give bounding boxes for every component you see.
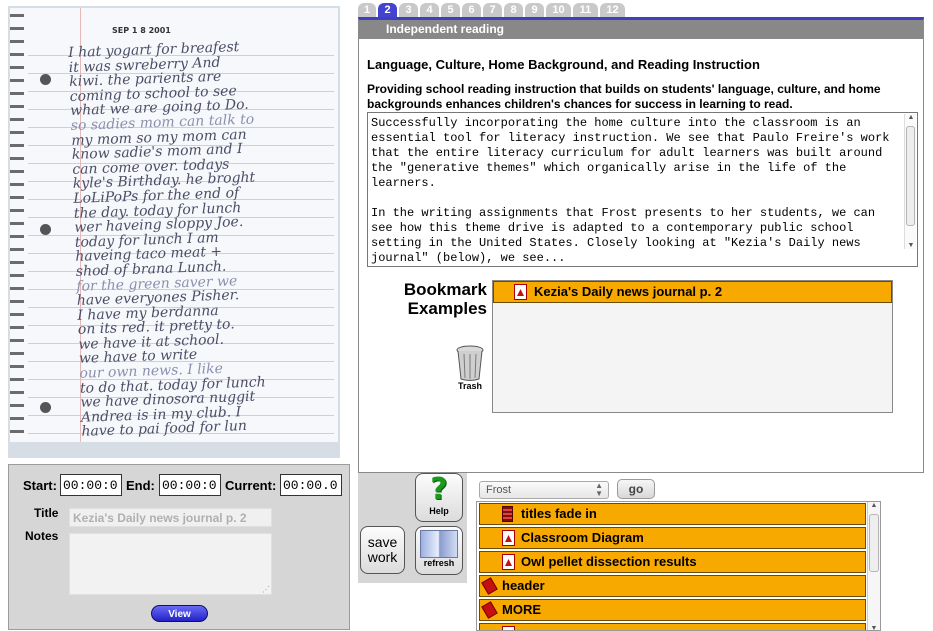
start-label: Start: (23, 478, 57, 493)
list-item-label: header (502, 578, 545, 593)
date-stamp: SEP 1 8 2001 (112, 26, 171, 35)
list-item[interactable]: Classroom Diagram (479, 527, 866, 549)
section-summary: Providing school reading instruction tha… (367, 82, 881, 111)
bookmark-item[interactable]: Kezia's Daily news journal p. 2 (493, 281, 892, 303)
refresh-button[interactable]: refresh (415, 526, 463, 575)
pdf-icon (502, 554, 515, 570)
list-item-label: Classroom Diagram (521, 530, 644, 545)
end-label: End: (126, 478, 155, 493)
trash-icon (455, 345, 485, 381)
document-icon (481, 577, 498, 595)
help-button[interactable]: ? Help (415, 473, 463, 522)
tab-5[interactable]: 5 (441, 3, 460, 18)
notebook-page-image: SEP 1 8 2001 I hat yogart for breafest it… (10, 8, 338, 442)
reading-text-area[interactable]: Successfully incorporating the home cult… (367, 112, 918, 267)
clip-timing-panel: Start: 00:00:0 End: 00:00:0 Current: 00:… (8, 464, 350, 630)
current-time-field[interactable]: 00:00.0 (280, 474, 342, 496)
document-icon (481, 601, 498, 619)
section-title: Language, Culture, Home Background, and … (367, 57, 760, 72)
end-time-field[interactable]: 00:00:0 (159, 474, 221, 496)
list-item-label: MORE (502, 602, 541, 617)
handwritten-text: I hat yogart for breafest it was swreberr… (68, 37, 352, 440)
list-item-label: Owl pellet dissection results (521, 554, 697, 569)
list-item[interactable] (479, 623, 866, 630)
pdf-icon (514, 284, 527, 300)
view-button[interactable]: View (151, 605, 208, 622)
bookmark-heading-line: Examples (407, 299, 487, 318)
pdf-icon (502, 530, 515, 546)
go-button[interactable]: go (617, 479, 655, 499)
tab-12[interactable]: 12 (600, 3, 625, 18)
pdf-icon (502, 626, 515, 630)
select-arrows-icon: ▲ ▼ (595, 481, 603, 498)
notes-textarea[interactable]: ⋰ (69, 533, 272, 595)
bookmark-dropzone[interactable]: Kezia's Daily news journal p. 2 (492, 280, 893, 413)
reading-header: Independent reading (359, 20, 923, 39)
film-icon (502, 506, 513, 522)
student-work-image-panel: SEP 1 8 2001 I hat yogart for breafest it… (8, 6, 340, 458)
tab-4[interactable]: 4 (420, 3, 439, 18)
scroll-down-icon[interactable]: ▼ (868, 625, 880, 630)
list-item-label: Kezia's Daily news journal p. 2 (534, 284, 723, 299)
save-work-button[interactable]: save work (360, 526, 405, 574)
tab-7[interactable]: 7 (483, 3, 502, 18)
tab-9[interactable]: 9 (525, 3, 544, 18)
help-label: Help (429, 506, 449, 516)
list-item[interactable]: Owl pellet dissection results (479, 551, 866, 573)
notes-label: Notes (25, 529, 59, 543)
punch-hole (40, 74, 51, 85)
scroll-up-icon[interactable]: ▲ (905, 114, 917, 121)
collection-selected-value: Frost (486, 484, 512, 496)
reading-panel: Independent reading Language, Culture, H… (358, 17, 924, 473)
list-item[interactable]: header (479, 575, 866, 597)
tools-panel: ? Help save work refresh (358, 473, 467, 583)
question-mark-icon: ? (430, 472, 448, 507)
reading-paragraph: Successfully incorporating the home cult… (371, 116, 890, 190)
tab-2[interactable]: 2 (378, 3, 397, 18)
media-item-list: titles fade in Classroom Diagram Owl pelle… (476, 501, 881, 631)
tab-3[interactable]: 3 (399, 3, 418, 18)
title-input[interactable]: Kezia's Daily news journal p. 2 (69, 508, 272, 527)
current-label: Current: (225, 478, 277, 493)
punch-hole (40, 224, 51, 235)
scroll-up-icon[interactable]: ▲ (868, 502, 880, 509)
bookmark-examples-heading: Bookmark Examples (387, 280, 487, 318)
refresh-label: refresh (423, 558, 455, 568)
list-item[interactable]: MORE (479, 599, 866, 621)
list-scrollbar[interactable]: ▲ ▼ (867, 502, 880, 630)
scroll-thumb[interactable] (869, 514, 879, 572)
title-label: Title (34, 506, 59, 520)
collection-select[interactable]: Frost ▲ ▼ (479, 481, 609, 499)
trash-button[interactable]: Trash (451, 345, 489, 391)
book-icon (420, 530, 458, 558)
scroll-down-icon[interactable]: ▼ (905, 242, 917, 249)
tab-1[interactable]: 1 (358, 3, 376, 18)
list-item[interactable]: titles fade in (479, 503, 866, 525)
start-time-field[interactable]: 00:00:0 (60, 474, 122, 496)
resize-grip-icon[interactable]: ⋰ (262, 585, 270, 594)
reading-paragraph: In the writing assignments that Frost pr… (371, 206, 876, 265)
tab-6[interactable]: 6 (462, 3, 481, 18)
bookmark-heading-line: Bookmark (403, 280, 487, 299)
tab-8[interactable]: 8 (504, 3, 523, 18)
tab-10[interactable]: 10 (546, 3, 571, 18)
list-item-label: titles fade in (521, 506, 597, 521)
spiral-binding (10, 8, 24, 442)
trash-label: Trash (457, 381, 482, 391)
reading-scrollbar[interactable]: ▲ ▼ (904, 114, 916, 249)
tab-11[interactable]: 11 (573, 3, 598, 18)
punch-hole (40, 402, 51, 413)
scroll-thumb[interactable] (906, 126, 915, 226)
